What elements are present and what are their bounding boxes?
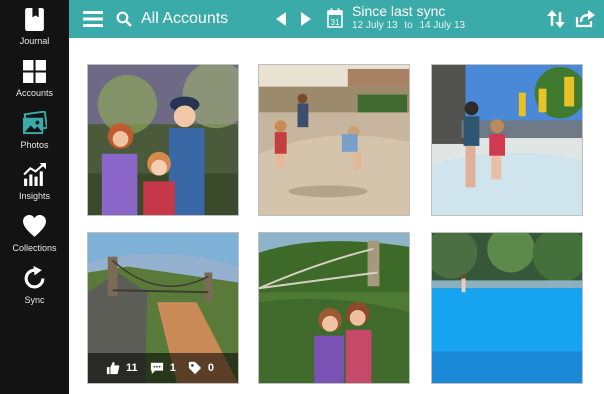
- photo-image: [88, 65, 238, 215]
- sidebar-item-label: Sync: [24, 295, 45, 305]
- like-count: 11: [126, 362, 138, 374]
- share-icon[interactable]: [575, 10, 595, 28]
- previous-arrow-icon[interactable]: [275, 12, 287, 26]
- sync-title: Since last sync: [352, 3, 446, 19]
- sidebar-item-journal[interactable]: Journal: [0, 2, 69, 52]
- calendar-day: 31: [331, 18, 340, 27]
- insights-chart-icon: [23, 163, 46, 186]
- search-icon[interactable]: [116, 11, 132, 27]
- sidebar-item-label: Photos: [20, 140, 49, 150]
- photo-stats-bar: 11 1 0: [88, 353, 238, 383]
- photo-tile[interactable]: [258, 232, 410, 384]
- heart-icon: [23, 215, 46, 237]
- sync-icon: [24, 266, 45, 289]
- sidebar-item-photos[interactable]: Photos: [0, 106, 69, 156]
- sidebar-item-label: Accounts: [15, 88, 54, 98]
- accounts-grid-icon: [23, 60, 46, 83]
- sidebar-item-collections[interactable]: Collections: [0, 209, 69, 259]
- sidebar-item-insights[interactable]: Insights: [0, 157, 69, 207]
- photo-image: [432, 233, 582, 383]
- sidebar-item-accounts[interactable]: Accounts: [0, 54, 69, 104]
- date-from: 12 July 13: [352, 20, 398, 31]
- menu-icon[interactable]: [83, 11, 103, 27]
- like-icon[interactable]: [106, 361, 120, 375]
- photo-tile[interactable]: [258, 64, 410, 216]
- comment-count: 1: [169, 362, 176, 374]
- photo-image: [259, 65, 409, 215]
- photo-tile[interactable]: [87, 64, 239, 216]
- sidebar: Journal Accounts Photos Insights Collect…: [0, 0, 69, 394]
- tag-icon[interactable]: [188, 361, 202, 375]
- next-arrow-icon[interactable]: [300, 12, 312, 26]
- page-title[interactable]: All Accounts: [141, 10, 228, 28]
- photo-tile[interactable]: [431, 232, 583, 384]
- comment-icon[interactable]: [150, 361, 164, 375]
- date-separator: to: [404, 20, 413, 31]
- photo-image: [259, 233, 409, 383]
- date-to: 14 July 13: [419, 20, 466, 31]
- photo-tile[interactable]: 11 1 0: [87, 232, 239, 384]
- photo-tile[interactable]: [431, 64, 583, 216]
- sidebar-item-label: Collections: [12, 243, 57, 253]
- sidebar-item-label: Insights: [18, 191, 51, 201]
- sync-date-range: 12 July 13 to 14 July 13: [352, 20, 469, 31]
- calendar-icon[interactable]: 31: [327, 8, 343, 28]
- sidebar-item-sync[interactable]: Sync: [0, 261, 69, 311]
- tag-count: 0: [207, 362, 214, 374]
- journal-icon: [25, 8, 44, 31]
- sidebar-item-label: Journal: [19, 36, 50, 46]
- sort-arrows-icon[interactable]: [547, 10, 565, 28]
- header-bar: All Accounts 31 Since last sync 12 July …: [69, 0, 604, 38]
- photos-icon: [22, 111, 47, 135]
- photo-image: [432, 65, 582, 215]
